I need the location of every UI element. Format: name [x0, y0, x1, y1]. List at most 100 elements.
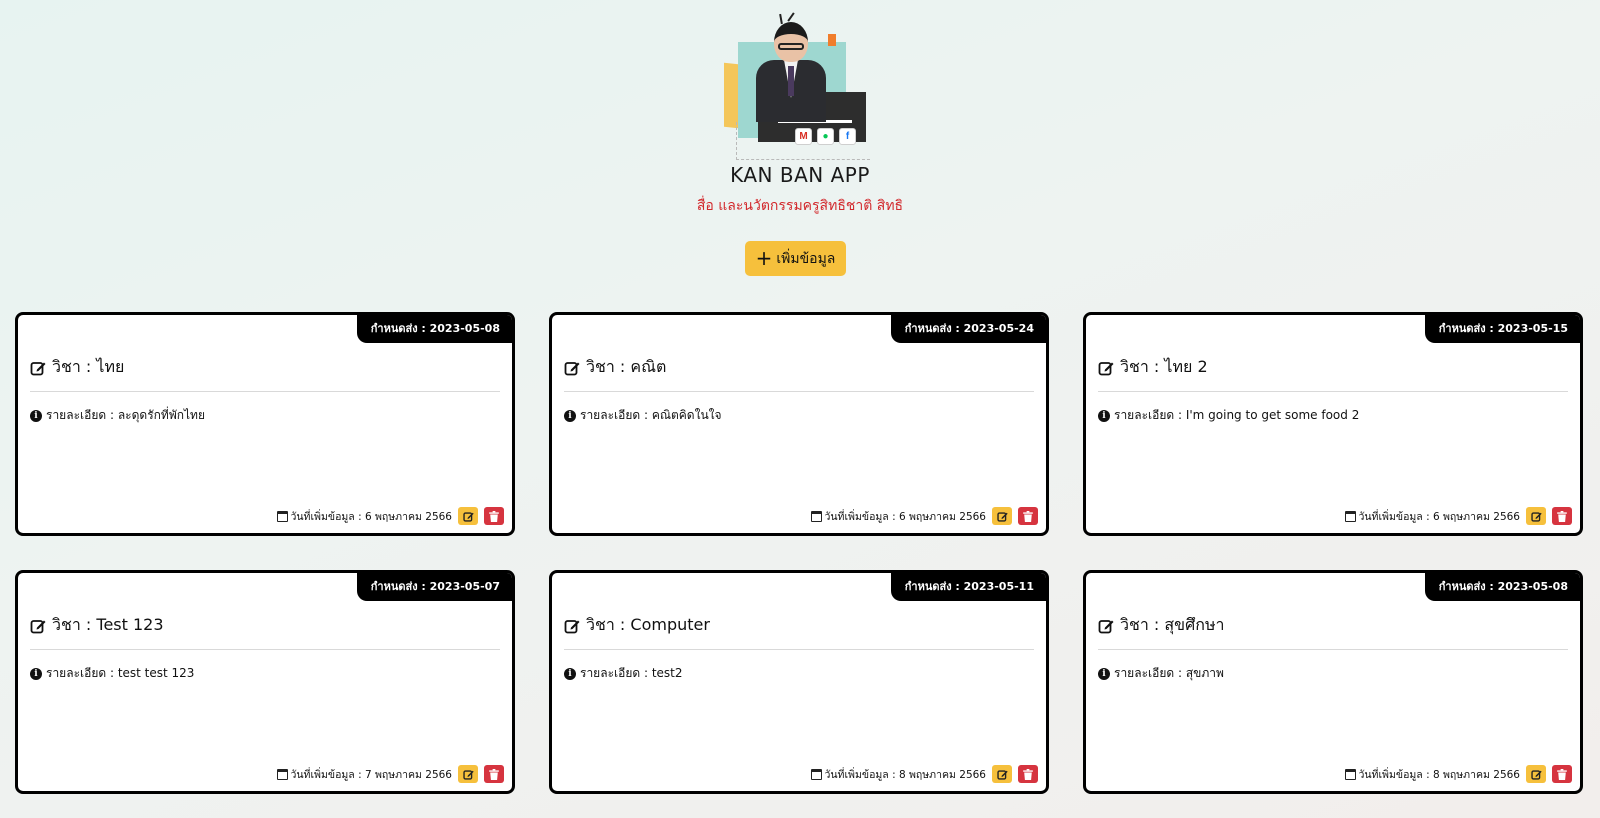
calendar-icon — [277, 768, 289, 780]
card-divider — [564, 649, 1034, 650]
task-card: กำหนดส่ง : 2023-05-07 วิชา : Test 123 i … — [15, 570, 515, 794]
added-date-text: วันที่เพิ่มข้อมูล : 6 พฤษภาคม 2566 — [290, 510, 452, 523]
facebook-icon[interactable]: f — [839, 128, 856, 145]
card-title-text: วิชา : ไทย — [52, 357, 125, 376]
plus-icon: + — [755, 245, 773, 270]
card-title: วิชา : Computer — [564, 613, 1034, 638]
added-date-text: วันที่เพิ่มข้อมูล : 8 พฤษภาคม 2566 — [824, 768, 986, 781]
added-date: วันที่เพิ่มข้อมูล : 8 พฤษภาคม 2566 — [811, 766, 986, 783]
edit-square-icon — [1098, 619, 1114, 633]
card-detail-text: รายละเอียด : I'm going to get some food … — [1114, 408, 1360, 422]
deadline-badge: กำหนดส่ง : 2023-05-08 — [1424, 573, 1580, 601]
task-card: กำหนดส่ง : 2023-05-08 วิชา : สุขศึกษา i … — [1083, 570, 1583, 794]
deadline-badge: กำหนดส่ง : 2023-05-08 — [356, 315, 512, 343]
card-title-text: วิชา : ไทย 2 — [1120, 357, 1208, 376]
card-detail-text: รายละเอียด : test test 123 — [46, 666, 195, 680]
trash-icon — [489, 768, 499, 780]
card-divider — [1098, 649, 1568, 650]
added-date: วันที่เพิ่มข้อมูล : 6 พฤษภาคม 2566 — [1345, 508, 1520, 525]
card-footer: วันที่เพิ่มข้อมูล : 6 พฤษภาคม 2566 — [811, 507, 1038, 525]
trash-icon — [489, 510, 499, 522]
edit-icon — [996, 769, 1008, 780]
info-icon: i — [564, 409, 576, 422]
card-divider — [564, 391, 1034, 392]
card-detail-text: รายละเอียด : ละดุดรักที่พักไทย — [46, 408, 205, 422]
delete-button[interactable] — [1018, 507, 1038, 525]
card-footer: วันที่เพิ่มข้อมูล : 8 พฤษภาคม 2566 — [1345, 765, 1572, 783]
task-card: กำหนดส่ง : 2023-05-24 วิชา : คณิต i รายล… — [549, 312, 1049, 536]
edit-square-icon — [1098, 361, 1114, 375]
add-data-button[interactable]: + เพิ่มข้อมูล — [745, 241, 846, 276]
trash-icon — [1023, 768, 1033, 780]
deadline-badge: กำหนดส่ง : 2023-05-15 — [1424, 315, 1580, 343]
app-title: KAN BAN APP — [730, 163, 870, 187]
task-card: กำหนดส่ง : 2023-05-08 วิชา : ไทย i รายละ… — [15, 312, 515, 536]
info-icon: i — [30, 667, 42, 680]
profile-logo: M ● f — [722, 12, 880, 160]
task-card: กำหนดส่ง : 2023-05-15 วิชา : ไทย 2 i ราย… — [1083, 312, 1583, 536]
delete-button[interactable] — [1018, 765, 1038, 783]
edit-button[interactable] — [458, 507, 478, 525]
add-data-label: เพิ่มข้อมูล — [776, 250, 836, 267]
deadline-badge: กำหนดส่ง : 2023-05-07 — [356, 573, 512, 601]
added-date: วันที่เพิ่มข้อมูล : 8 พฤษภาคม 2566 — [1345, 766, 1520, 783]
calendar-icon — [811, 768, 823, 780]
trash-icon — [1557, 768, 1567, 780]
delete-button[interactable] — [1552, 507, 1572, 525]
card-footer: วันที่เพิ่มข้อมูล : 8 พฤษภาคม 2566 — [811, 765, 1038, 783]
card-detail-text: รายละเอียด : test2 — [580, 666, 683, 680]
deadline-badge: กำหนดส่ง : 2023-05-24 — [890, 315, 1046, 343]
card-detail: i รายละเอียด : สุขภาพ — [1098, 664, 1568, 683]
info-icon: i — [564, 667, 576, 680]
deadline-badge: กำหนดส่ง : 2023-05-11 — [890, 573, 1046, 601]
card-footer: วันที่เพิ่มข้อมูล : 6 พฤษภาคม 2566 — [1345, 507, 1572, 525]
delete-button[interactable] — [484, 507, 504, 525]
edit-square-icon — [30, 619, 46, 633]
card-divider — [30, 391, 500, 392]
trash-icon — [1557, 510, 1567, 522]
info-icon: i — [1098, 667, 1110, 680]
edit-icon — [1530, 769, 1542, 780]
edit-icon — [462, 769, 474, 780]
card-footer: วันที่เพิ่มข้อมูล : 6 พฤษภาคม 2566 — [277, 507, 504, 525]
info-icon: i — [1098, 409, 1110, 422]
card-detail: i รายละเอียด : I'm going to get some foo… — [1098, 406, 1568, 425]
edit-square-icon — [564, 361, 580, 375]
edit-button[interactable] — [992, 765, 1012, 783]
info-icon: i — [30, 409, 42, 422]
card-title: วิชา : ไทย 2 — [1098, 355, 1568, 380]
edit-button[interactable] — [1526, 507, 1546, 525]
line-icon[interactable]: ● — [817, 128, 834, 145]
task-card: กำหนดส่ง : 2023-05-11 วิชา : Computer i … — [549, 570, 1049, 794]
edit-button[interactable] — [458, 765, 478, 783]
delete-button[interactable] — [1552, 765, 1572, 783]
added-date-text: วันที่เพิ่มข้อมูล : 7 พฤษภาคม 2566 — [290, 768, 452, 781]
added-date-text: วันที่เพิ่มข้อมูล : 6 พฤษภาคม 2566 — [1358, 510, 1520, 523]
delete-button[interactable] — [484, 765, 504, 783]
calendar-icon — [811, 510, 823, 522]
added-date-text: วันที่เพิ่มข้อมูล : 8 พฤษภาคม 2566 — [1358, 768, 1520, 781]
card-detail: i รายละเอียด : ละดุดรักที่พักไทย — [30, 406, 500, 425]
edit-button[interactable] — [992, 507, 1012, 525]
card-title: วิชา : สุขศึกษา — [1098, 613, 1568, 638]
gmail-icon[interactable]: M — [795, 128, 812, 145]
trash-icon — [1023, 510, 1033, 522]
card-divider — [1098, 391, 1568, 392]
card-title-text: วิชา : คณิต — [586, 357, 667, 376]
card-title-text: วิชา : Computer — [586, 615, 710, 634]
added-date: วันที่เพิ่มข้อมูล : 6 พฤษภาคม 2566 — [277, 508, 452, 525]
app-subtitle: สื่อ และนวัตกรรมครูสิทธิชาติ สิทธิ — [696, 198, 904, 214]
edit-icon — [462, 511, 474, 522]
edit-icon — [1530, 511, 1542, 522]
edit-button[interactable] — [1526, 765, 1546, 783]
card-title: วิชา : Test 123 — [30, 613, 500, 638]
task-card-grid: กำหนดส่ง : 2023-05-08 วิชา : ไทย i รายละ… — [15, 312, 1585, 794]
added-date: วันที่เพิ่มข้อมูล : 7 พฤษภาคม 2566 — [277, 766, 452, 783]
card-detail: i รายละเอียด : test2 — [564, 664, 1034, 683]
card-detail-text: รายละเอียด : สุขภาพ — [1114, 666, 1224, 680]
added-date-text: วันที่เพิ่มข้อมูล : 6 พฤษภาคม 2566 — [824, 510, 986, 523]
card-title-text: วิชา : Test 123 — [52, 615, 164, 634]
calendar-icon — [277, 510, 289, 522]
calendar-icon — [1345, 768, 1357, 780]
card-footer: วันที่เพิ่มข้อมูล : 7 พฤษภาคม 2566 — [277, 765, 504, 783]
